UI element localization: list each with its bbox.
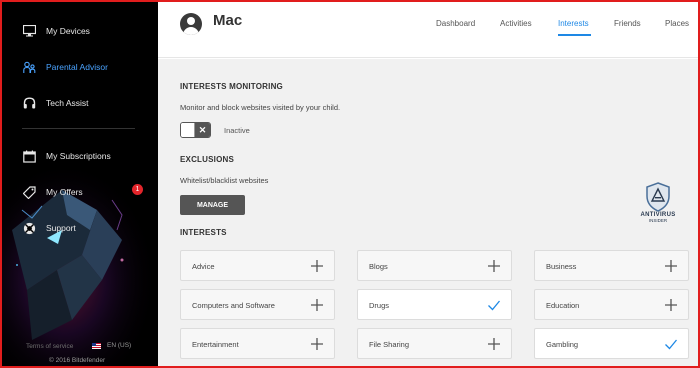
interests-monitoring-title: INTERESTS MONITORING: [180, 82, 283, 91]
sidebar-item-label: My Offers: [46, 187, 83, 197]
toggle-knob: [181, 123, 195, 137]
plus-icon[interactable]: [310, 337, 324, 351]
interest-card-file-sharing[interactable]: File Sharing: [357, 328, 512, 359]
plus-icon[interactable]: [310, 259, 324, 273]
monitor-icon: [22, 24, 36, 38]
exclusions-title: EXCLUSIONS: [180, 155, 235, 164]
terms-of-service-link[interactable]: Terms of service: [26, 343, 73, 350]
plus-icon[interactable]: [664, 259, 678, 273]
headset-icon: [22, 96, 36, 110]
interest-card-blogs[interactable]: Blogs: [357, 250, 512, 281]
device-name: Mac: [213, 12, 243, 29]
tab-places[interactable]: Places: [665, 19, 689, 28]
lifebuoy-icon: [22, 221, 36, 235]
sidebar-item-label: Support: [46, 223, 76, 233]
interests-panel: INTERESTS MONITORING Monitor and block w…: [158, 59, 698, 366]
sidebar-item-my-devices[interactable]: My Devices: [22, 21, 90, 41]
sidebar-item-my-offers[interactable]: My Offers: [22, 182, 83, 202]
sidebar: My Devices Parental Advisor Tech Assist …: [2, 2, 158, 366]
antivirus-insider-watermark: ANTIVIRUS INSIDER: [633, 182, 683, 230]
sidebar-item-tech-assist[interactable]: Tech Assist: [22, 93, 89, 113]
tab-friends[interactable]: Friends: [614, 19, 641, 28]
sidebar-item-label: Parental Advisor: [46, 62, 108, 72]
interest-label: Blogs: [369, 262, 388, 271]
active-tab-indicator: [558, 34, 591, 36]
interest-card-education[interactable]: Education: [534, 289, 689, 320]
language-label: EN (US): [107, 342, 132, 349]
interest-label: Education: [546, 301, 580, 310]
plus-icon[interactable]: [487, 337, 501, 351]
interest-label: Business: [546, 262, 577, 271]
offers-count-badge: 1: [132, 184, 143, 195]
interest-label: Advice: [192, 262, 215, 271]
interest-card-advice[interactable]: Advice: [180, 250, 335, 281]
interest-card-computers-and-software[interactable]: Computers and Software: [180, 289, 335, 320]
avatar: [180, 13, 202, 35]
tab-interests[interactable]: Interests: [558, 19, 589, 28]
checkmark-icon[interactable]: [487, 298, 501, 312]
sidebar-item-parental-advisor[interactable]: Parental Advisor: [22, 57, 108, 77]
sidebar-item-my-subscriptions[interactable]: My Subscriptions: [22, 146, 111, 166]
interests-monitoring-description: Monitor and block websites visited by yo…: [180, 103, 341, 112]
interest-card-gambling[interactable]: Gambling: [534, 328, 689, 359]
monitoring-toggle[interactable]: ✕: [180, 122, 211, 138]
interest-label: Gambling: [546, 340, 579, 349]
calendar-icon: [22, 149, 36, 163]
interest-card-business[interactable]: Business: [534, 250, 689, 281]
interest-label: Drugs: [369, 301, 390, 310]
watermark-subtext: INSIDER: [648, 218, 668, 223]
interest-label: Computers and Software: [192, 301, 275, 310]
monitoring-status: Inactive: [224, 126, 250, 135]
close-icon: ✕: [195, 123, 210, 137]
window-frame: My Devices Parental Advisor Tech Assist …: [0, 0, 700, 368]
interest-label: Entertainment: [192, 340, 239, 349]
tab-activities[interactable]: Activities: [500, 19, 532, 28]
sidebar-item-label: My Devices: [46, 26, 90, 36]
plus-icon[interactable]: [487, 259, 501, 273]
language-selector[interactable]: EN (US): [92, 342, 131, 349]
manage-button[interactable]: MANAGE: [180, 195, 245, 215]
interest-card-drugs[interactable]: Drugs: [357, 289, 512, 320]
exclusions-description: Whitelist/blacklist websites: [180, 176, 269, 185]
family-icon: [22, 60, 36, 74]
us-flag-icon: [92, 342, 101, 349]
sidebar-divider: [22, 128, 135, 129]
sidebar-item-label: My Subscriptions: [46, 151, 111, 161]
sidebar-item-support[interactable]: Support: [22, 218, 76, 238]
interest-label: File Sharing: [369, 340, 410, 349]
tab-dashboard[interactable]: Dashboard: [436, 19, 475, 28]
plus-icon[interactable]: [310, 298, 324, 312]
copyright-text: © 2016 Bitdefender: [49, 357, 106, 364]
shield-icon: [646, 182, 670, 212]
checkmark-icon[interactable]: [664, 337, 678, 351]
device-header: Mac Dashboard Activities Interests Frien…: [158, 2, 698, 58]
plus-icon[interactable]: [664, 298, 678, 312]
interest-card-entertainment[interactable]: Entertainment: [180, 328, 335, 359]
interests-title: INTERESTS: [180, 228, 227, 237]
tag-icon: [22, 185, 36, 199]
sidebar-item-label: Tech Assist: [46, 98, 89, 108]
